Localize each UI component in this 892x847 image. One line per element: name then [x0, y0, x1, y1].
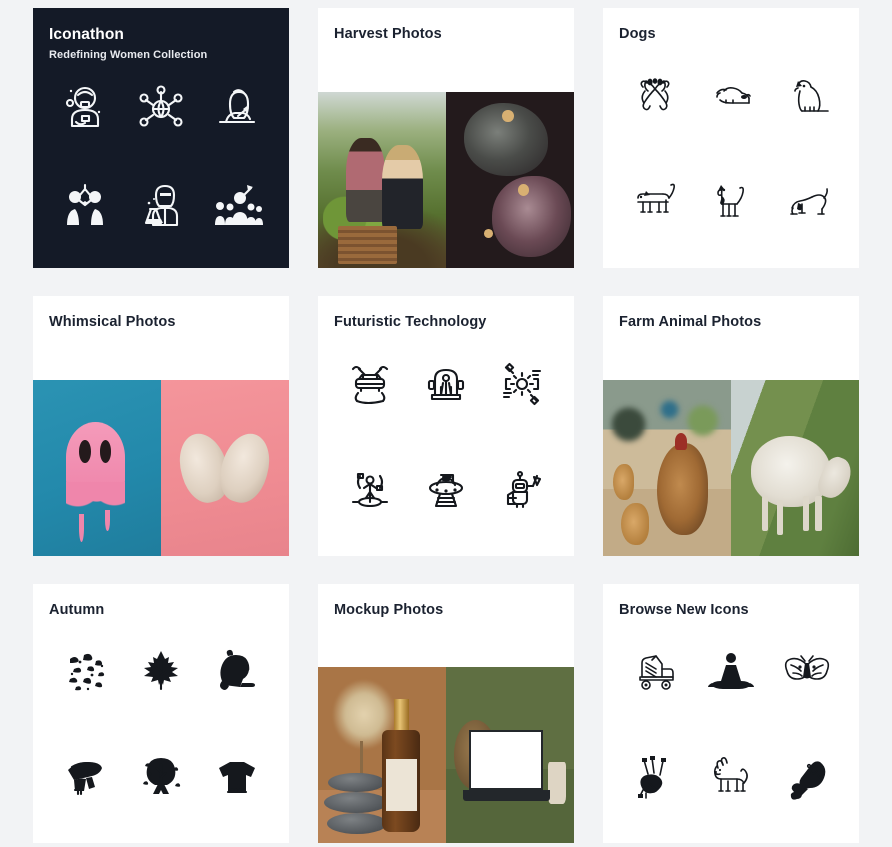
sheep-hillside-photo[interactable]: [731, 380, 859, 556]
card-header: Iconathon Redefining Women Collection: [33, 8, 289, 61]
card-browse-new-icons[interactable]: Browse New Icons: [603, 584, 859, 843]
dog-sitting-icon[interactable]: [780, 69, 834, 123]
maple-leaf-icon[interactable]: [134, 645, 188, 699]
scarf-icon[interactable]: [58, 750, 112, 804]
skull-heart-photo[interactable]: [161, 380, 289, 556]
card-header: Whimsical Photos: [33, 296, 289, 331]
card-title: Iconathon: [49, 26, 124, 43]
laptop-mockup-photo[interactable]: [446, 667, 574, 843]
icon-grid: [318, 331, 574, 556]
card-futuristic-technology[interactable]: Futuristic Technology: [318, 296, 574, 556]
dog-lying-down-icon[interactable]: [704, 69, 758, 123]
dog-top-view-icon[interactable]: [628, 69, 682, 123]
card-title: Browse New Icons: [619, 602, 749, 618]
card-header: Harvest Photos: [318, 8, 574, 43]
chickens-yard-photo[interactable]: [603, 380, 731, 556]
card-header: Browse New Icons: [603, 584, 859, 619]
card-title: Dogs: [619, 26, 656, 42]
card-title: Autumn: [49, 602, 105, 618]
card-header: Farm Animal Photos: [603, 296, 859, 331]
card-autumn[interactable]: Autumn: [33, 584, 289, 843]
photo-pair: [33, 331, 289, 556]
astronaut-woman-icon[interactable]: [58, 82, 112, 136]
card-dogs[interactable]: Dogs: [603, 8, 859, 268]
garden-harvest-family-photo[interactable]: [318, 92, 446, 268]
card-title: Whimsical Photos: [49, 314, 176, 330]
photo-pair: [318, 619, 574, 843]
hologram-projection-icon[interactable]: [343, 462, 397, 516]
card-title: Futuristic Technology: [334, 314, 487, 330]
shiba-dog-icon[interactable]: [704, 750, 758, 804]
moth-icon[interactable]: [780, 645, 834, 699]
global-network-icon[interactable]: [134, 82, 188, 136]
high-five-icon[interactable]: [58, 179, 112, 233]
card-header: Dogs: [603, 8, 859, 43]
cleaning-robot-icon[interactable]: [495, 462, 549, 516]
card-harvest-photos[interactable]: Harvest Photos: [318, 8, 574, 268]
yoga-lotus-pose-icon[interactable]: [704, 645, 758, 699]
dog-play-bow-icon[interactable]: [780, 174, 834, 228]
card-header: Mockup Photos: [318, 584, 574, 619]
chicken-drumstick-icon[interactable]: [780, 750, 834, 804]
bagpipes-icon[interactable]: [628, 750, 682, 804]
squirrel-icon[interactable]: [210, 645, 264, 699]
icon-grid: [603, 619, 859, 843]
autumn-tree-icon[interactable]: [134, 750, 188, 804]
falling-leaves-icon[interactable]: [58, 645, 112, 699]
card-header: Autumn: [33, 584, 289, 619]
icon-grid: [33, 61, 289, 268]
card-mockup-photos[interactable]: Mockup Photos: [318, 584, 574, 843]
card-title: Harvest Photos: [334, 26, 442, 42]
photo-pair: [318, 43, 574, 268]
icon-grid: [603, 43, 859, 268]
card-whimsical-photos[interactable]: Whimsical Photos: [33, 296, 289, 556]
teleportation-pod-icon[interactable]: [419, 357, 473, 411]
card-farm-animal-photos[interactable]: Farm Animal Photos: [603, 296, 859, 556]
card-iconathon[interactable]: Iconathon Redefining Women Collection: [33, 8, 289, 268]
dog-standing-icon[interactable]: [628, 174, 682, 228]
card-header: Futuristic Technology: [318, 296, 574, 331]
icon-grid: [33, 619, 289, 843]
icon-collection-grid: Iconathon Redefining Women Collection Ha…: [0, 0, 892, 843]
flying-car-icon[interactable]: [343, 357, 397, 411]
woman-leader-crowd-icon[interactable]: [210, 179, 264, 233]
ufo-spaceship-icon[interactable]: [419, 462, 473, 516]
knitted-sweater-icon[interactable]: [210, 750, 264, 804]
woman-writing-icon[interactable]: [210, 82, 264, 136]
ai-processing-icon[interactable]: [495, 357, 549, 411]
roller-skate-icon[interactable]: [628, 645, 682, 699]
dark-figs-closeup-photo[interactable]: [446, 92, 574, 268]
card-title: Mockup Photos: [334, 602, 444, 618]
dog-sitting-side-icon[interactable]: [704, 174, 758, 228]
photo-pair: [603, 331, 859, 556]
bottle-mockup-photo[interactable]: [318, 667, 446, 843]
card-subtitle: Redefining Women Collection: [49, 48, 208, 61]
card-title: Farm Animal Photos: [619, 314, 762, 330]
melting-pink-ghost-photo[interactable]: [33, 380, 161, 556]
woman-scientist-flask-icon[interactable]: [134, 179, 188, 233]
